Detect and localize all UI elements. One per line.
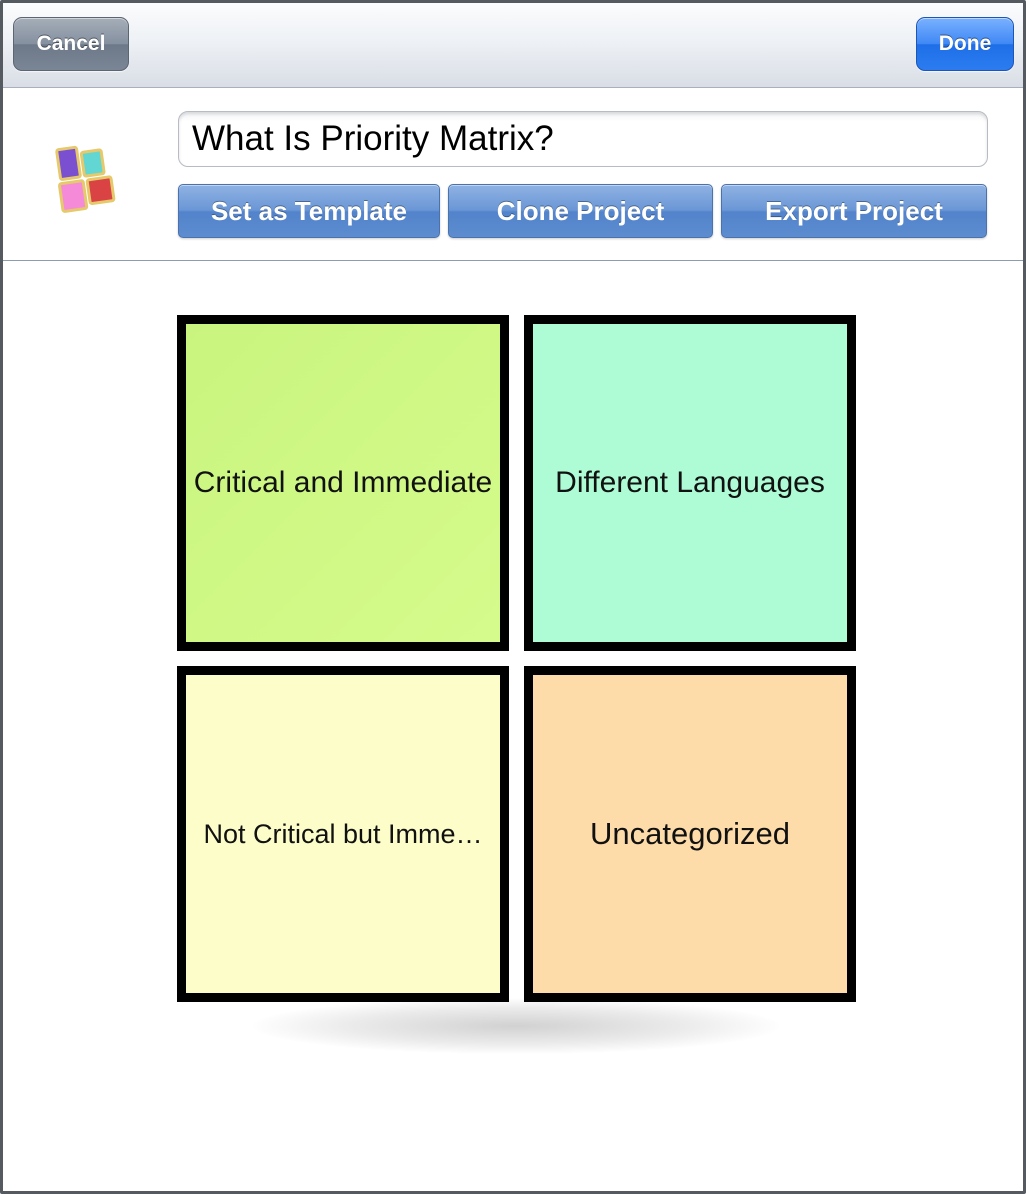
export-project-button[interactable]: Export Project [721, 184, 987, 238]
matrix-shadow [253, 998, 779, 1054]
quadrant-critical-immediate[interactable]: Critical and Immediate [177, 315, 509, 651]
cancel-button[interactable]: Cancel [13, 17, 129, 71]
app-window: Cancel Done Set as Template Clone Projec… [0, 0, 1026, 1194]
done-button[interactable]: Done [916, 17, 1014, 71]
quadrant-label: Not Critical but Imme… [203, 818, 483, 849]
quadrant-label: Uncategorized [590, 816, 790, 851]
priority-matrix-logo-icon [55, 145, 116, 213]
quadrant-label: Critical and Immediate [193, 466, 493, 499]
quadrant-not-critical-immediate[interactable]: Not Critical but Imme… [177, 666, 509, 1002]
project-title-input[interactable] [178, 111, 988, 167]
clone-project-button[interactable]: Clone Project [448, 184, 713, 238]
project-header: Set as Template Clone Project Export Pro… [3, 88, 1023, 261]
quadrant-label: Different Languages [555, 466, 825, 499]
quadrant-uncategorized[interactable]: Uncategorized [524, 666, 856, 1002]
navigation-bar: Cancel Done [3, 3, 1023, 88]
quadrant-different-languages[interactable]: Different Languages [524, 315, 856, 651]
set-as-template-button[interactable]: Set as Template [178, 184, 440, 238]
